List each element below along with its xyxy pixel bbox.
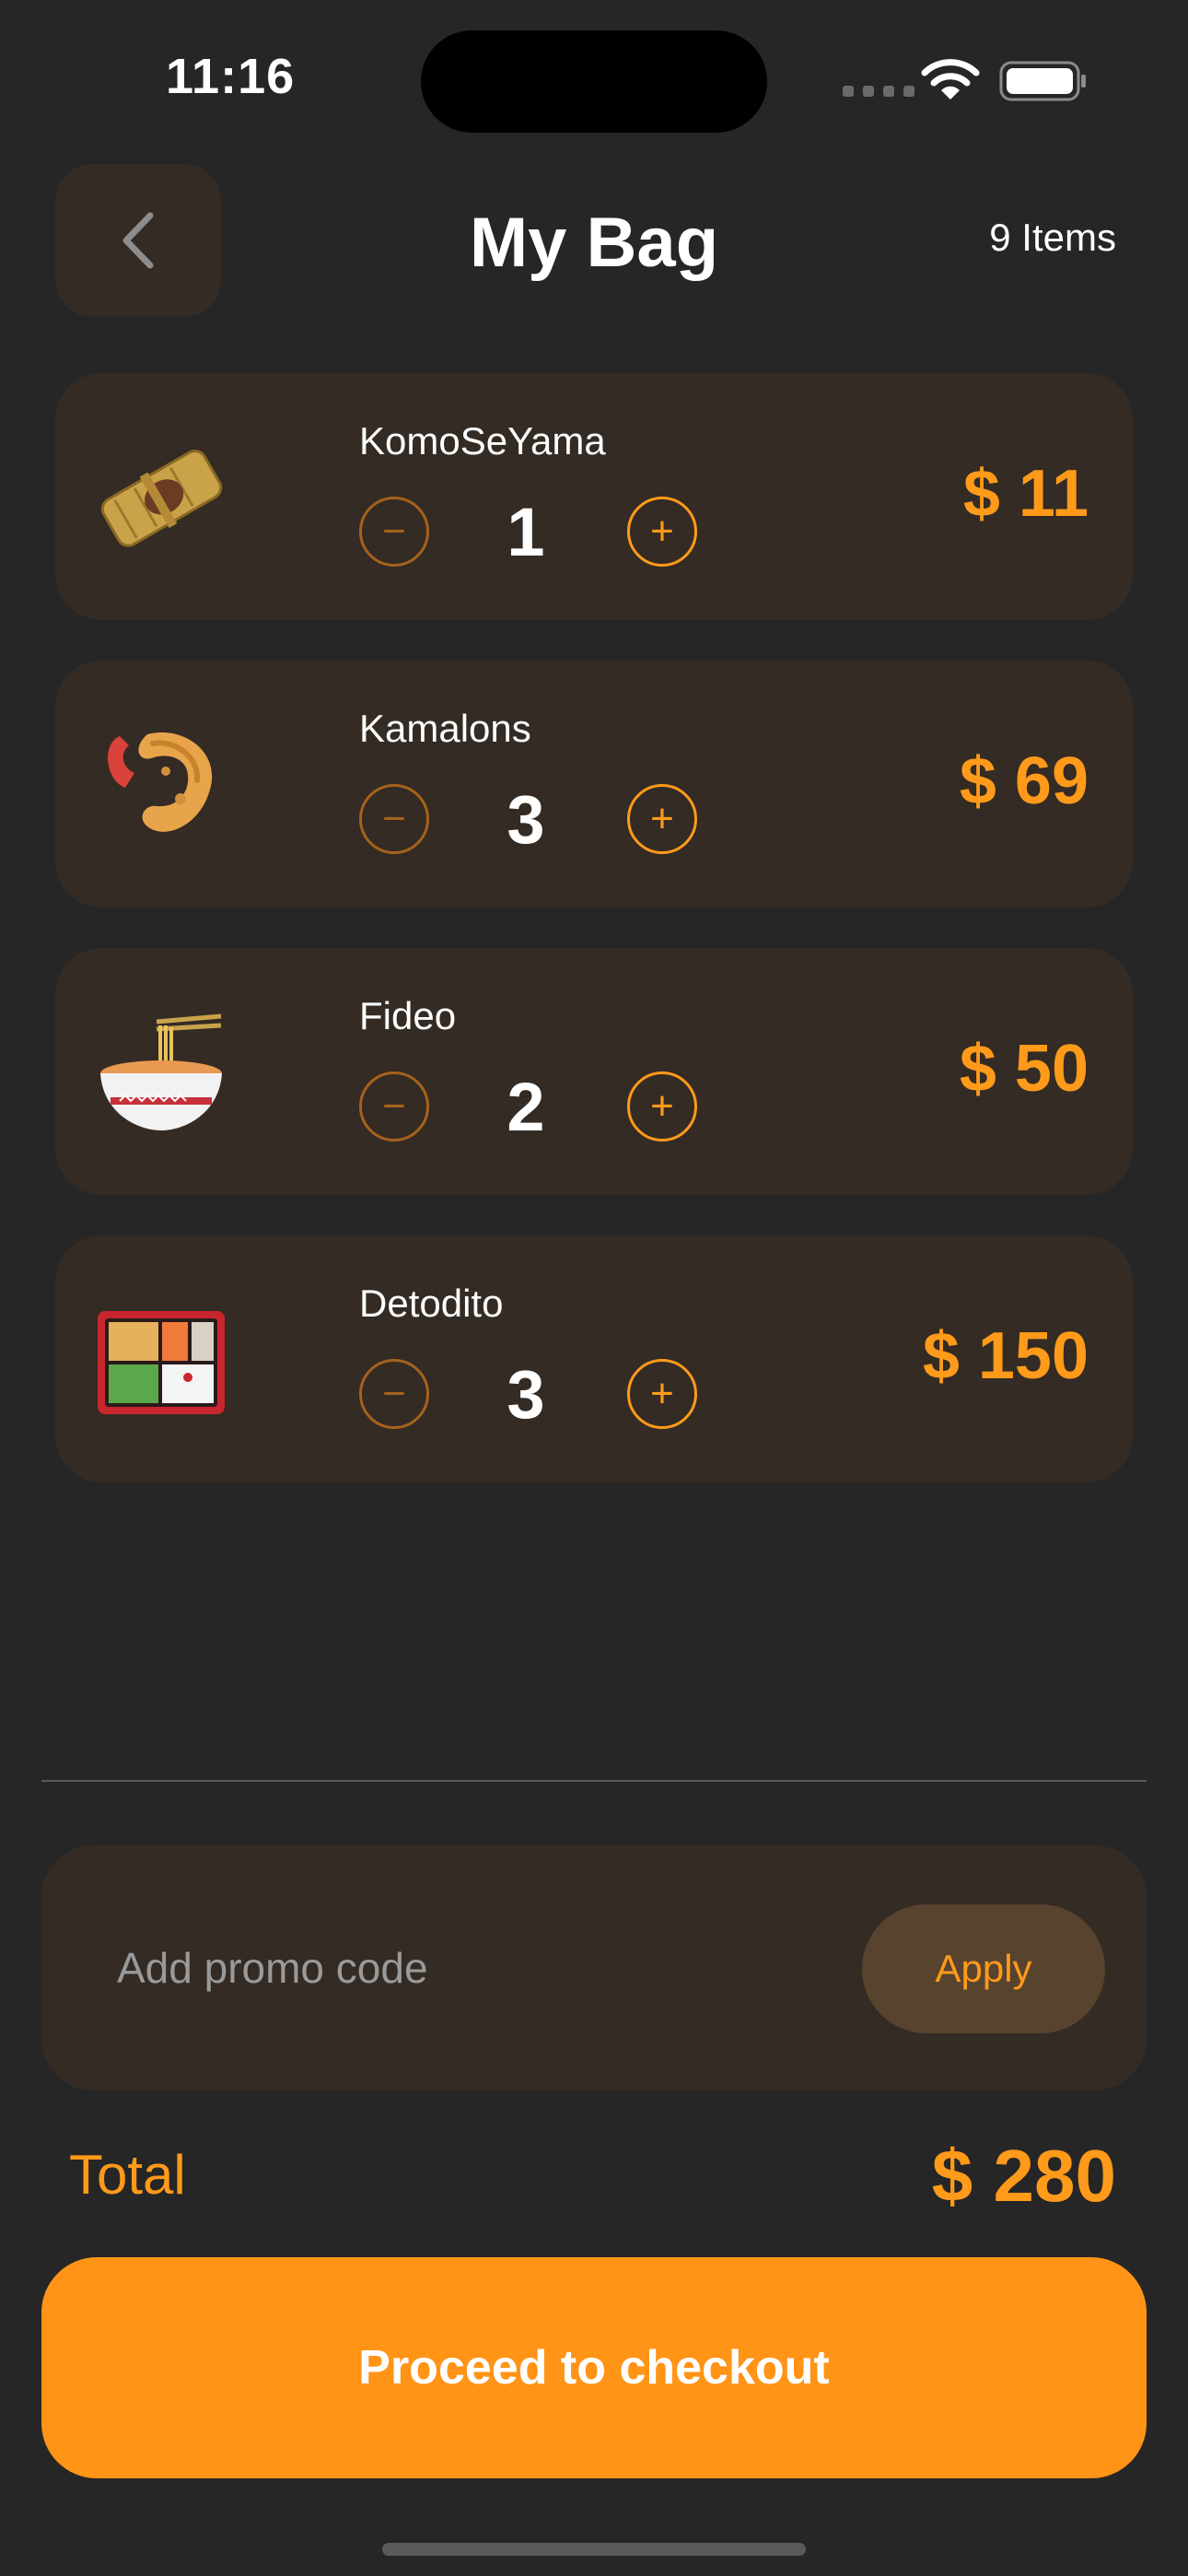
item-name: Kamalons [359, 707, 531, 750]
checkout-button[interactable]: Proceed to checkout [41, 2257, 1147, 2478]
cellular-signal-icon [843, 86, 914, 97]
increase-quantity-button[interactable]: + [627, 497, 697, 567]
increase-quantity-button[interactable]: + [627, 1071, 697, 1142]
decrease-quantity-button[interactable]: − [359, 1359, 429, 1429]
cart-item: KomoSeYama − 1 + $ 11 [55, 373, 1133, 620]
fried-shrimp-icon [108, 732, 213, 832]
promo-code-box: Apply [41, 1845, 1147, 2090]
item-name: Fideo [359, 994, 457, 1037]
total-label: Total [69, 2144, 186, 2206]
item-quantity: 3 [507, 781, 545, 858]
item-price: $ 69 [959, 744, 1089, 818]
total-value: $ 280 [931, 2135, 1116, 2217]
item-name: Detodito [359, 1282, 504, 1325]
item-price: $ 150 [922, 1319, 1089, 1393]
item-price: $ 50 [959, 1032, 1089, 1106]
home-indicator[interactable] [382, 2543, 806, 2556]
item-quantity: 3 [507, 1356, 545, 1433]
item-name: KomoSeYama [359, 419, 606, 463]
item-count: 9 Items [989, 216, 1116, 259]
apply-promo-button[interactable]: Apply [862, 1904, 1105, 2033]
cart-item: Kamalons − 3 + $ 69 [55, 661, 1133, 907]
dynamic-island [421, 30, 767, 133]
noodle-bowl-icon [100, 1013, 222, 1130]
divider [41, 1780, 1147, 1782]
item-price: $ 11 [962, 457, 1089, 531]
increase-quantity-button[interactable]: + [627, 1359, 697, 1429]
promo-code-input[interactable] [41, 1845, 852, 2090]
bento-box-icon [98, 1311, 225, 1414]
battery-icon [999, 61, 1086, 101]
status-time: 11:16 [166, 49, 296, 104]
cart-item: Detodito − 3 + $ 150 [55, 1235, 1133, 1482]
item-quantity: 1 [507, 494, 545, 570]
decrease-quantity-button[interactable]: − [359, 1071, 429, 1142]
cart-item: Fideo − 2 + $ 50 [55, 948, 1133, 1195]
tamale-icon [100, 450, 223, 547]
decrease-quantity-button[interactable]: − [359, 497, 429, 567]
increase-quantity-button[interactable]: + [627, 784, 697, 854]
decrease-quantity-button[interactable]: − [359, 784, 429, 854]
item-quantity: 2 [507, 1069, 545, 1145]
wifi-icon [921, 59, 980, 100]
